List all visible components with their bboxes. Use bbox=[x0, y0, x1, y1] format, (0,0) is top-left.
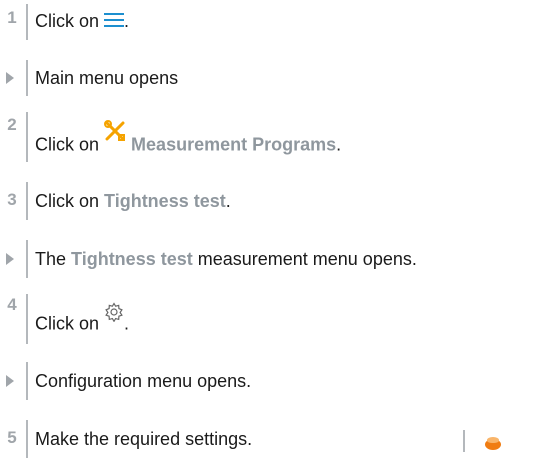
step-divider bbox=[26, 60, 28, 96]
step-divider bbox=[26, 112, 28, 162]
step-text-after: measurement menu opens. bbox=[192, 249, 417, 269]
step-divider bbox=[26, 362, 28, 400]
testo-logo-highlight bbox=[487, 437, 499, 443]
gear-icon bbox=[104, 302, 124, 327]
step-text-after: . bbox=[124, 11, 130, 31]
step-text-after: . bbox=[225, 191, 231, 211]
step-text-before: Click on bbox=[35, 191, 105, 211]
step-divider bbox=[26, 294, 28, 344]
measurement-programs-icon bbox=[104, 120, 126, 147]
result-arrow-icon bbox=[6, 253, 14, 265]
step-text: The Tightness test measurement menu open… bbox=[35, 248, 417, 270]
step-text-after: . bbox=[336, 134, 342, 155]
step-text: Click on . bbox=[35, 302, 130, 337]
step-text: Click on Measurement Programs. bbox=[35, 120, 342, 159]
step-number: 2 bbox=[7, 115, 17, 134]
step-divider bbox=[26, 240, 28, 278]
step-number: 5 bbox=[7, 428, 17, 447]
step-highlight: Tightness test bbox=[71, 249, 193, 269]
step-text: Configuration menu opens. bbox=[35, 371, 252, 391]
step-text: Click on Tightness test. bbox=[35, 190, 231, 212]
result-arrow-icon bbox=[6, 72, 14, 84]
step-highlight: Measurement Programs bbox=[131, 134, 337, 155]
step-highlight: Tightness test bbox=[104, 191, 226, 211]
step-text-before: The bbox=[35, 249, 72, 269]
step-text-after: . bbox=[124, 313, 130, 334]
step-text: Make the required settings. bbox=[35, 429, 253, 449]
result-arrow-icon bbox=[6, 375, 14, 387]
step-divider bbox=[26, 4, 28, 40]
step-number: 3 bbox=[7, 190, 17, 209]
step-text-before: Click on bbox=[35, 11, 105, 31]
step-text-before: Click on bbox=[35, 134, 105, 155]
step-text: Click on . bbox=[35, 10, 129, 33]
step-text-before: Click on bbox=[35, 313, 105, 334]
step-number: 1 bbox=[7, 8, 17, 27]
step-divider bbox=[26, 420, 28, 458]
step-text: Main menu opens bbox=[35, 68, 179, 88]
hamburger-menu-icon bbox=[104, 11, 125, 33]
step-number: 4 bbox=[7, 295, 17, 314]
step-divider bbox=[26, 182, 28, 220]
footer-divider bbox=[463, 430, 465, 452]
